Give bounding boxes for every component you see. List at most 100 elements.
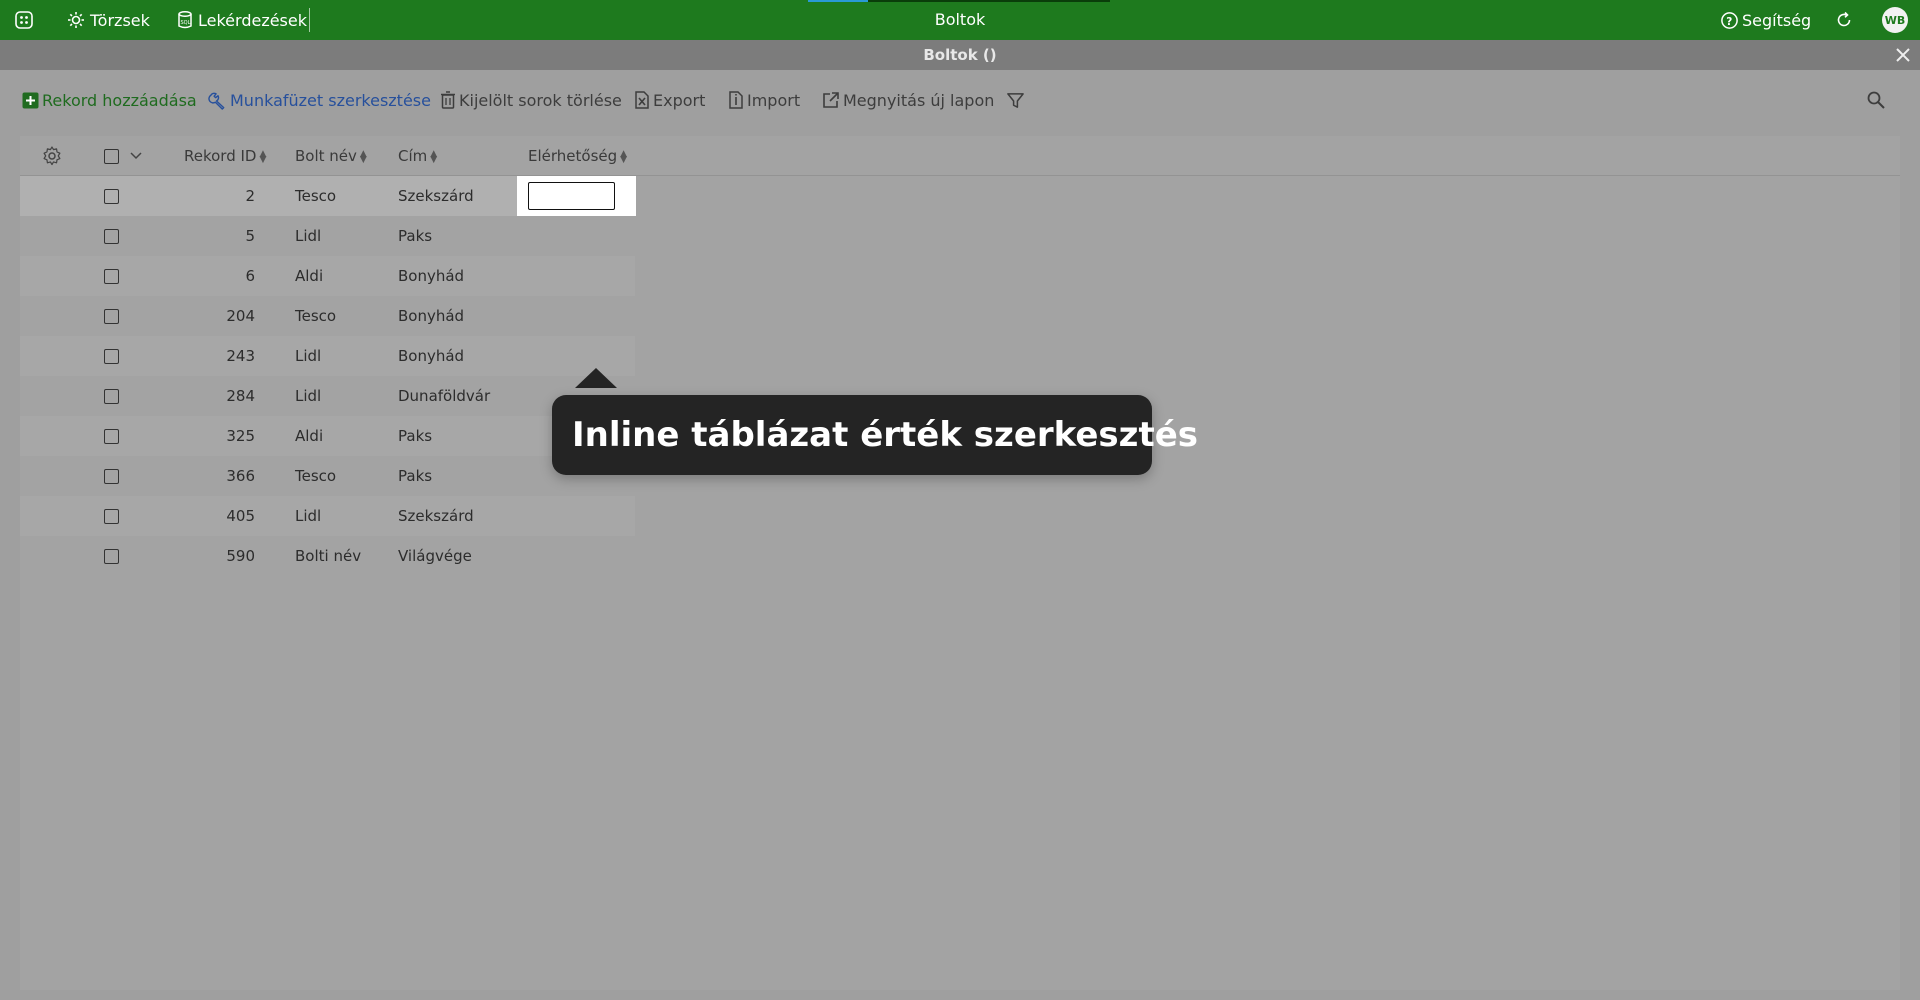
- cell-address[interactable]: Paks: [398, 216, 432, 256]
- inline-edit-cell[interactable]: [517, 176, 636, 216]
- row-checkbox[interactable]: [104, 469, 119, 484]
- table-row[interactable]: 204 Tesco Bonyhád: [20, 296, 635, 336]
- plus-square-icon: [22, 92, 39, 108]
- svg-text:?: ?: [1726, 15, 1732, 27]
- filter-icon: [1007, 92, 1024, 108]
- cell-address[interactable]: Világvége: [398, 536, 472, 576]
- cell-address[interactable]: Szekszárd: [398, 176, 474, 216]
- help-button[interactable]: ? Segítség: [1720, 0, 1811, 40]
- table-row[interactable]: 590 Bolti név Világvége: [20, 536, 635, 576]
- table-row[interactable]: 5 Lidl Paks: [20, 216, 635, 256]
- cell-shop-name[interactable]: Lidl: [295, 496, 321, 536]
- cell-address[interactable]: Paks: [398, 416, 432, 456]
- add-record-label: Rekord hozzáadása: [42, 90, 197, 110]
- add-record-button[interactable]: Rekord hozzáadása: [22, 88, 197, 112]
- excel-export-icon: [635, 91, 649, 109]
- cell-address[interactable]: Bonyhád: [398, 296, 464, 336]
- cell-record-id[interactable]: 243: [175, 336, 255, 376]
- close-icon[interactable]: [1893, 45, 1913, 65]
- user-avatar[interactable]: WB: [1882, 7, 1908, 33]
- apps-grid-icon: [15, 11, 33, 29]
- torzsek-menu[interactable]: Törzsek: [66, 0, 150, 40]
- export-button[interactable]: Export: [634, 88, 705, 112]
- loading-progress-bar: [808, 0, 1110, 2]
- records-toolbar: Rekord hozzáadása Munkafüzet szerkesztés…: [0, 70, 1920, 130]
- table-row[interactable]: 325 Aldi Paks: [20, 416, 635, 456]
- sort-icon: ▲ ▼: [620, 148, 628, 165]
- row-checkbox[interactable]: [104, 349, 119, 364]
- topbar-divider: [309, 8, 310, 32]
- column-header-address[interactable]: Cím ▲ ▼: [398, 136, 437, 176]
- select-all-checkbox[interactable]: [104, 149, 119, 164]
- cell-record-id[interactable]: 284: [175, 376, 255, 416]
- row-checkbox[interactable]: [104, 229, 119, 244]
- cell-address[interactable]: Dunaföldvár: [398, 376, 490, 416]
- table-row[interactable]: 284 Lidl Dunaföldvár: [20, 376, 635, 416]
- delete-selected-rows-button[interactable]: Kijelölt sorok törlése: [440, 88, 622, 112]
- cell-record-id[interactable]: 5: [175, 216, 255, 256]
- cell-shop-name[interactable]: Tesco: [295, 176, 336, 216]
- search-button[interactable]: [1866, 88, 1889, 112]
- svg-text:SQL: SQL: [181, 20, 191, 26]
- table-row[interactable]: 366 Tesco Paks: [20, 456, 635, 496]
- delete-selected-label: Kijelölt sorok törlése: [459, 90, 622, 110]
- column-header-shop-name[interactable]: Bolt név ▲ ▼: [295, 136, 367, 176]
- row-checkbox[interactable]: [104, 549, 119, 564]
- column-header-record-id[interactable]: Rekord ID ▲ ▼: [184, 136, 266, 176]
- cell-record-id[interactable]: 590: [175, 536, 255, 576]
- apps-menu-button[interactable]: [14, 0, 34, 40]
- refresh-button[interactable]: [1834, 0, 1854, 40]
- column-header-availability[interactable]: Elérhetőség ▲ ▼: [528, 136, 627, 176]
- edit-workbook-label: Munkafüzet szerkesztése: [230, 90, 431, 110]
- cell-shop-name[interactable]: Lidl: [295, 216, 321, 256]
- cell-shop-name[interactable]: Tesco: [295, 456, 336, 496]
- wrench-icon: [208, 92, 225, 110]
- settings-gear-icon[interactable]: [42, 146, 62, 166]
- trash-icon: [441, 91, 455, 109]
- tooltip-arrow: [575, 368, 617, 388]
- filter-button[interactable]: [1006, 88, 1028, 112]
- row-checkbox[interactable]: [104, 269, 119, 284]
- cell-record-id[interactable]: 204: [175, 296, 255, 336]
- cell-shop-name[interactable]: Tesco: [295, 296, 336, 336]
- availability-edit-input[interactable]: [528, 182, 615, 210]
- cell-address[interactable]: Bonyhád: [398, 336, 464, 376]
- records-grid: Rekord ID ▲ ▼ Bolt név ▲ ▼ Cím ▲ ▼ Elérhetőség…: [20, 136, 1900, 990]
- cell-shop-name[interactable]: Aldi: [295, 256, 323, 296]
- cell-address[interactable]: Bonyhád: [398, 256, 464, 296]
- refresh-icon: [1837, 11, 1851, 27]
- open-new-tab-button[interactable]: Megnyitás új lapon: [822, 88, 994, 112]
- row-checkbox[interactable]: [104, 429, 119, 444]
- cell-record-id[interactable]: 6: [175, 256, 255, 296]
- cell-record-id[interactable]: 325: [175, 416, 255, 456]
- row-checkbox[interactable]: [104, 189, 119, 204]
- sort-icon: ▲ ▼: [259, 148, 267, 165]
- cell-shop-name[interactable]: Lidl: [295, 336, 321, 376]
- dimmed-content-area: Rekord hozzáadása Munkafüzet szerkesztés…: [0, 70, 1920, 1000]
- cell-address[interactable]: Szekszárd: [398, 496, 474, 536]
- cell-record-id[interactable]: 366: [175, 456, 255, 496]
- row-checkbox[interactable]: [104, 389, 119, 404]
- edit-workbook-button[interactable]: Munkafüzet szerkesztése: [208, 88, 431, 112]
- cell-shop-name[interactable]: Lidl: [295, 376, 321, 416]
- cell-record-id[interactable]: 405: [175, 496, 255, 536]
- app-topbar: Törzsek SQL Lekérdezések Boltok ? Segíts…: [0, 0, 1920, 40]
- table-row[interactable]: 6 Aldi Bonyhád: [20, 256, 635, 296]
- help-label: Segítség: [1742, 10, 1812, 30]
- row-checkbox[interactable]: [104, 509, 119, 524]
- cell-shop-name[interactable]: Aldi: [295, 416, 323, 456]
- lekerdezesek-menu[interactable]: SQL Lekérdezések: [176, 0, 307, 40]
- row-checkbox[interactable]: [104, 309, 119, 324]
- table-row[interactable]: 243 Lidl Bonyhád: [20, 336, 635, 376]
- loading-progress-fill: [808, 0, 869, 2]
- search-icon: [1867, 91, 1885, 109]
- cell-address[interactable]: Paks: [398, 456, 432, 496]
- column-label-record-id: Rekord ID: [184, 147, 257, 165]
- cell-record-id[interactable]: 2: [175, 176, 255, 216]
- column-label-address: Cím: [398, 147, 428, 165]
- cog-sun-icon: [68, 12, 84, 28]
- chevron-down-icon[interactable]: [130, 151, 142, 161]
- import-button[interactable]: Import: [728, 88, 800, 112]
- table-row[interactable]: 405 Lidl Szekszárd: [20, 496, 635, 536]
- cell-shop-name[interactable]: Bolti név: [295, 536, 361, 576]
